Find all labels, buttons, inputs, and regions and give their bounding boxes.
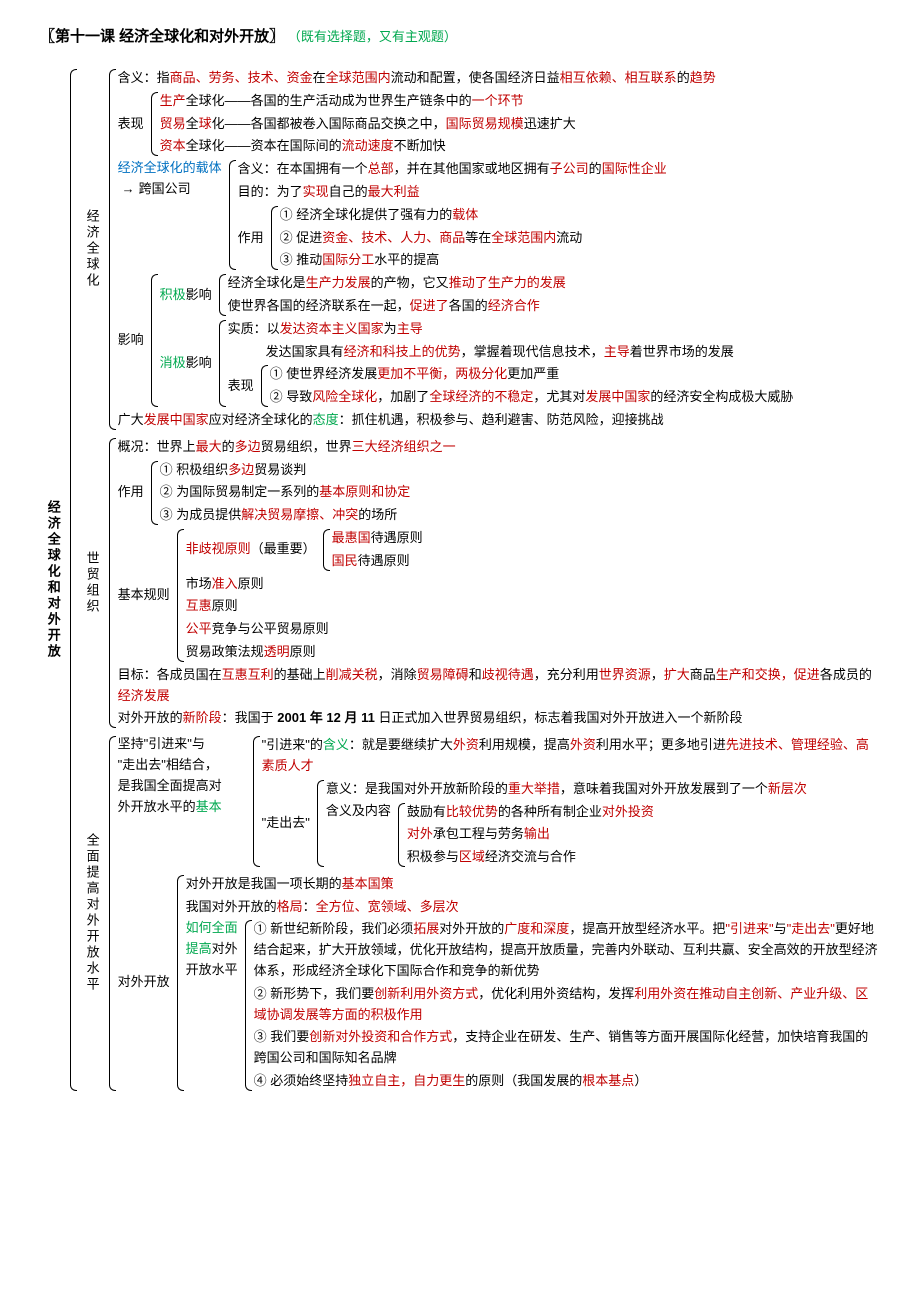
brace-icon <box>250 736 260 867</box>
brace-icon <box>320 529 330 571</box>
s3-label: 全面提高对外开放水平 <box>79 734 104 1093</box>
brace-icon <box>226 160 236 270</box>
list-item: ① 积极组织多边贸易谈判 <box>160 459 880 482</box>
goout-label: "走出去" <box>262 778 312 869</box>
combine-label: 坚持"引进来"与 "走出去"相结合， 是我国全面提高对 外开放水平的基本 <box>118 734 248 869</box>
how-label: 如何全面 提高对外 开放水平 <box>186 918 240 1092</box>
brace-icon <box>216 274 226 316</box>
list-item: 生产全球化——各国的生产活动成为世界生产链条中的一个环节 <box>160 90 880 113</box>
attitude: 广大发展中国家应对经济全球化的态度：抓住机遇，积极参与、趋利避害、防范风险，迎接… <box>118 409 880 432</box>
list-item: 使世界各国的经济联系在一起，促进了各国的经济合作 <box>228 295 880 318</box>
list-item: 经济全球化是生产力发展的产物，它又推动了生产力的发展 <box>228 272 880 295</box>
manifestation: 表现 生产全球化——各国的生产活动成为世界生产链条中的一个环节 贸易全球化——各… <box>118 90 880 158</box>
brace-icon <box>106 736 116 1091</box>
list-item: 国民待遇原则 <box>332 550 880 573</box>
wto-role: 作用 ① 积极组织多边贸易谈判 ② 为国际贸易制定一系列的基本原则和协定 ③ 为… <box>118 459 880 527</box>
s1-label: 经济全球化 <box>79 67 104 432</box>
biaxian-label: 表现 <box>118 90 146 158</box>
rules-label: 基本规则 <box>118 527 172 664</box>
new-stage: 对外开放的新阶段：我国于 2001 年 12 月 11 日正式加入世界贸易组织，… <box>118 707 880 730</box>
list-item: 目的：为了实现自己的最大利益 <box>238 181 880 204</box>
list-item: 发达国家具有经济和科技上的优势，掌握着现代信息技术，主导着世界市场的发展 <box>228 341 880 364</box>
section-globalization: 经济全球化 含义：指商品、劳务、技术、资金在全球范围内流动和配置，使各国经济日益… <box>79 67 880 432</box>
list-item: ④ 必须始终坚持独立自主，自力更生的原则（我国发展的根本基点） <box>254 1070 880 1093</box>
list-item: 资本全球化——资本在国际间的流动速度不断加快 <box>160 135 880 158</box>
list-item: 贸易政策法规透明原则 <box>186 641 880 664</box>
content-label: 含义及内容 <box>326 801 393 869</box>
list-item: 对外开放是我国一项长期的基本国策 <box>186 873 880 896</box>
list-item: ③ 为成员提供解决贸易摩擦、冲突的场所 <box>160 504 880 527</box>
influence-label: 影响 <box>118 272 146 409</box>
brace-icon <box>106 438 116 728</box>
brace-icon <box>174 875 184 1091</box>
pos-label: 积极影响 <box>160 272 214 318</box>
list-item: 实质：以发达资本主义国家为主导 <box>228 318 880 341</box>
list-item: 鼓励有比较优势的各种所有制企业对外投资 <box>407 801 880 824</box>
role-label: 作用 <box>238 204 266 272</box>
list-item: 含义：在本国拥有一个总部，并在其他国家或地区拥有子公司的国际性企业 <box>238 158 880 181</box>
opening-up: 对外开放 对外开放是我国一项长期的基本国策 我国对外开放的格局：全方位、宽领域、… <box>118 873 880 1093</box>
list-item: 公平竞争与公平贸易原则 <box>186 618 880 641</box>
influence: 影响 积极影响 经济全球化是生产力发展的产物，它又推动了生产力的发展 使世界各国… <box>118 272 880 409</box>
brace-icon <box>242 920 252 1090</box>
opening-label: 对外开放 <box>118 873 172 1093</box>
list-item: ② 导致风险全球化，加剧了全球经济的不稳定，尤其对发展中国家的经济安全构成极大威… <box>270 386 880 409</box>
lesson-title: 〖第十一课 经济全球化和对外开放〗 <box>40 28 284 45</box>
list-item: ① 使世界经济发展更加不平衡，两极分化更加严重 <box>270 363 880 386</box>
list-item: 我国对外开放的格局：全方位、宽领域、多层次 <box>186 896 880 919</box>
list-item: ③ 我们要创新对外投资和合作方式，支持企业在研发、生产、销售等方面开展国际化经营… <box>254 1026 880 1070</box>
list-item: 积极参与区域经济交流与合作 <box>407 846 880 869</box>
overview: 概况：世界上最大的多边贸易组织，世界三大经济组织之一 <box>118 436 880 459</box>
list-item: 贸易全球化——各国都被卷入国际商品交换之中，国际贸易规模迅速扩大 <box>160 113 880 136</box>
brace-icon <box>395 803 405 867</box>
brace-icon <box>314 780 324 867</box>
definition: 含义：指商品、劳务、技术、资金在全球范围内流动和配置，使各国经济日益相互依赖、相… <box>118 67 880 90</box>
carrier-role: 作用 ① 经济全球化提供了强有力的载体 ② 促进资金、技术、人力、商品等在全球范… <box>238 204 880 272</box>
brace-icon <box>67 69 77 1091</box>
list-item: 市场准入原则 <box>186 573 880 596</box>
brace-icon <box>174 529 184 662</box>
s2-label: 世贸组织 <box>79 436 104 730</box>
list-item: 意义：是我国对外开放新阶段的重大举措，意味着我国对外开放发展到了一个新层次 <box>326 778 880 801</box>
carrier: 经济全球化的载体 →跨国公司 含义：在本国拥有一个总部，并在其他国家或地区拥有子… <box>118 158 880 272</box>
list-item: ② 促进资金、技术、人力、商品等在全球范围内流动 <box>280 227 880 250</box>
list-item: ② 为国际贸易制定一系列的基本原则和协定 <box>160 481 880 504</box>
role-label: 作用 <box>118 459 146 527</box>
combine-strategy: 坚持"引进来"与 "走出去"相结合， 是我国全面提高对 外开放水平的基本 "引进… <box>118 734 880 869</box>
go-out: "走出去" 意义：是我国对外开放新阶段的重大举措，意味着我国对外开放发展到了一个… <box>262 778 880 869</box>
brace-icon <box>148 274 158 407</box>
list-item: ① 经济全球化提供了强有力的载体 <box>280 204 880 227</box>
list-item: ① 新世纪新阶段，我们必须拓展对外开放的广度和深度，提高开放型经济水平。把"引进… <box>254 918 880 982</box>
brace-icon <box>258 365 268 407</box>
brace-icon <box>268 206 278 270</box>
negative-influence: 消极影响 实质：以发达资本主义国家为主导 发达国家具有经济和科技上的优势，掌握着… <box>160 318 880 409</box>
positive-influence: 积极影响 经济全球化是生产力发展的产物，它又推动了生产力的发展 使世界各国的经济… <box>160 272 880 318</box>
list-item: 最惠国待遇原则 <box>332 527 880 550</box>
wto-goal: 目标：各成员国在互惠互利的基础上削减关税，消除贸易障碍和歧视待遇，充分利用世界资… <box>118 664 880 708</box>
wto-rules: 基本规则 非歧视原则（最重要） 最惠国待遇原则 国民待遇原则 市场准入原则 <box>118 527 880 664</box>
bring-in: "引进来"的含义：就是要继续扩大外资利用规模，提高外资利用水平；更多地引进先进技… <box>262 734 880 778</box>
neg-manifestation: 表现 ① 使世界经济发展更加不平衡，两极分化更加严重 ② 导致风险全球化，加剧了… <box>228 363 880 409</box>
brace-icon <box>106 69 116 430</box>
neg-label: 消极影响 <box>160 318 214 409</box>
section-opening: 全面提高对外开放水平 坚持"引进来"与 "走出去"相结合， 是我国全面提高对 外… <box>79 734 880 1093</box>
how-improve: 如何全面 提高对外 开放水平 ① 新世纪新阶段，我们必须拓展对外开放的广度和深度… <box>186 918 880 1092</box>
subtitle: （既有选择题，又有主观题） <box>288 29 457 44</box>
list-item: 互惠原则 <box>186 595 880 618</box>
carrier-label: 经济全球化的载体 →跨国公司 <box>118 158 224 272</box>
neg-biaxian-label: 表现 <box>228 363 256 409</box>
list-item: 对外承包工程与劳务输出 <box>407 823 880 846</box>
outline-root: 经济全球化和对外开放 经济全球化 含义：指商品、劳务、技术、资金在全球范围内流动… <box>40 67 880 1093</box>
root-label: 经济全球化和对外开放 <box>40 67 65 1093</box>
list-item: ③ 推动国际分工水平的提高 <box>280 249 880 272</box>
brace-icon <box>148 92 158 156</box>
non-discrimination: 非歧视原则（最重要） 最惠国待遇原则 国民待遇原则 <box>186 527 880 573</box>
goout-content: 含义及内容 鼓励有比较优势的各种所有制企业对外投资 对外承包工程与劳务输出 积极… <box>326 801 880 869</box>
brace-icon <box>148 461 158 525</box>
brace-icon <box>216 320 226 407</box>
section-wto: 世贸组织 概况：世界上最大的多边贸易组织，世界三大经济组织之一 作用 ① 积极组… <box>79 436 880 730</box>
list-item: ② 新形势下，我们要创新利用外资方式，优化利用外资结构，发挥利用外资在推动自主创… <box>254 983 880 1027</box>
page-title: 〖第十一课 经济全球化和对外开放〗 （既有选择题，又有主观题） <box>40 25 880 49</box>
